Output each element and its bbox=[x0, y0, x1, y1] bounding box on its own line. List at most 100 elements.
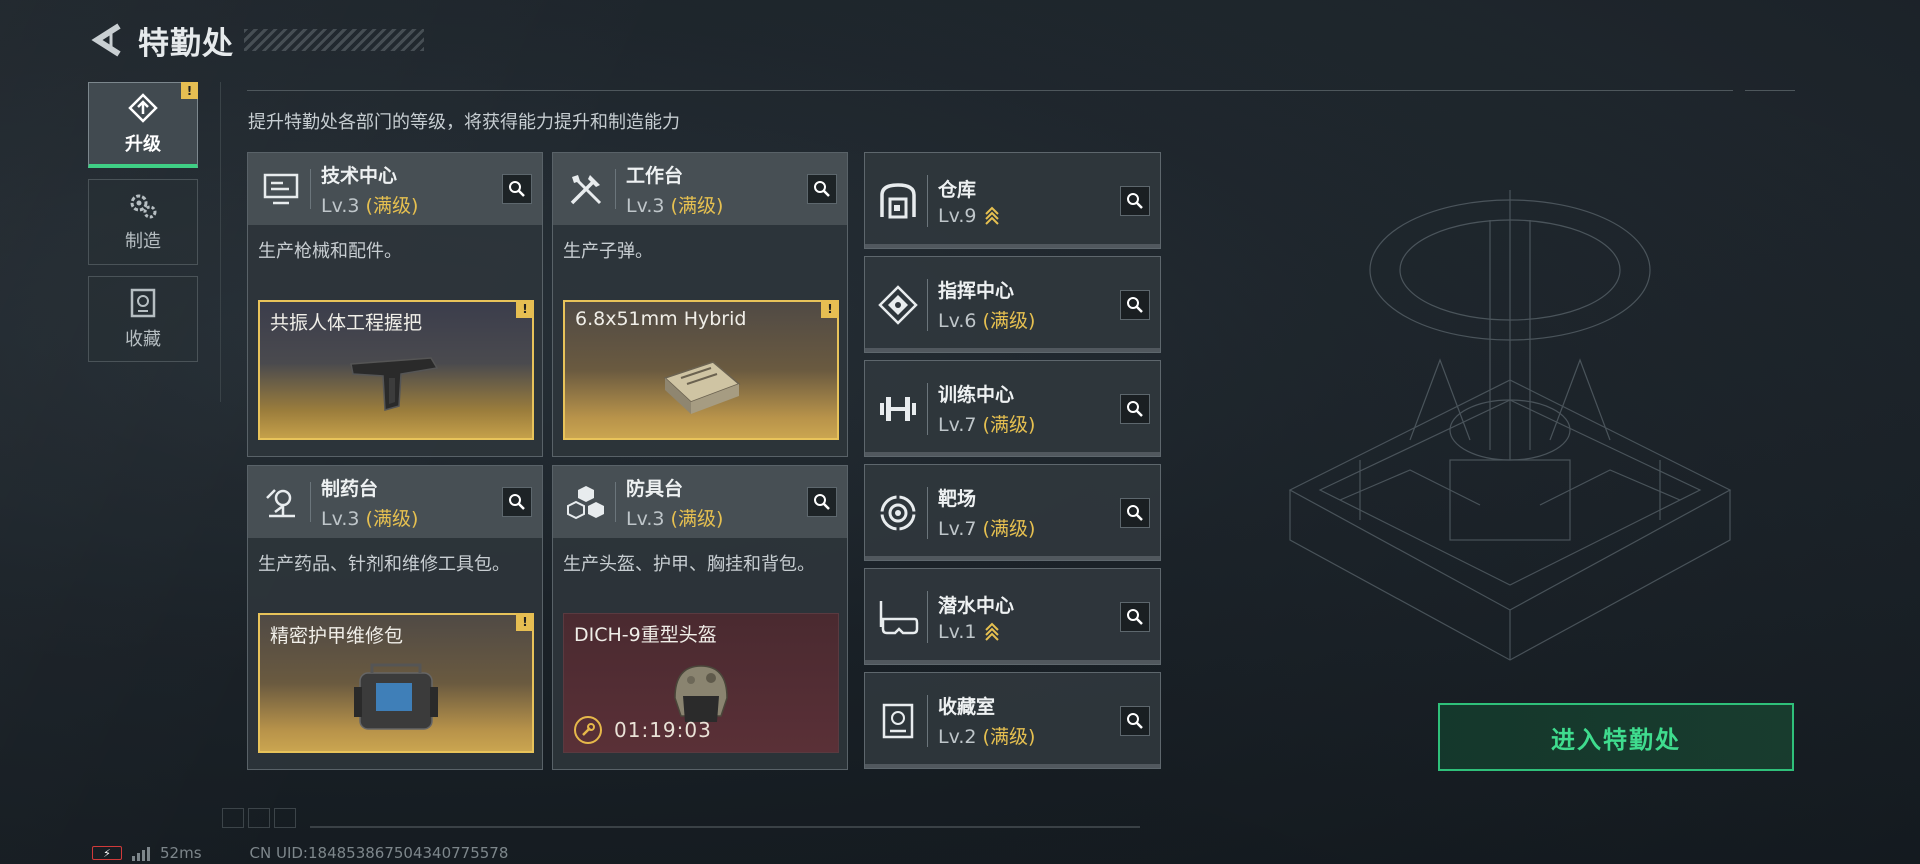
separator bbox=[927, 694, 928, 747]
search-icon bbox=[1127, 504, 1143, 521]
microscope-icon bbox=[258, 479, 304, 525]
divider bbox=[220, 82, 221, 402]
armor-cubes-icon bbox=[563, 479, 609, 525]
search-icon bbox=[1127, 192, 1143, 209]
enter-button-label: 进入特勤处 bbox=[1551, 725, 1681, 754]
inspect-button[interactable] bbox=[1120, 393, 1150, 424]
alert-badge: ! bbox=[181, 82, 198, 99]
inspect-button[interactable] bbox=[1120, 601, 1150, 632]
search-icon bbox=[1127, 712, 1143, 729]
separator bbox=[927, 278, 928, 331]
tools-icon bbox=[563, 166, 609, 212]
department-level: Lv.3 bbox=[321, 507, 360, 530]
search-icon bbox=[1127, 400, 1143, 417]
search-icon bbox=[1127, 296, 1143, 313]
inspect-button[interactable] bbox=[1120, 497, 1150, 528]
repair-kit-icon bbox=[354, 663, 438, 730]
wrench-icon bbox=[574, 716, 602, 744]
department-name: 防具台 bbox=[626, 477, 684, 500]
department-name: 技术中心 bbox=[321, 164, 398, 187]
inspect-button[interactable] bbox=[807, 174, 837, 204]
search-icon bbox=[814, 181, 830, 197]
nav-label: 升级 bbox=[125, 133, 161, 155]
base-schematic-illustration bbox=[1288, 190, 1732, 661]
separator bbox=[310, 482, 311, 522]
gears-icon bbox=[130, 194, 157, 219]
upgrade-available-icon bbox=[985, 206, 1000, 225]
nav-label: 制造 bbox=[125, 231, 161, 252]
separator bbox=[615, 482, 616, 522]
department-level: Lv.3 bbox=[626, 507, 665, 530]
max-level-tag: (满级) bbox=[982, 414, 1036, 436]
divider bbox=[247, 90, 1733, 91]
collection-icon bbox=[130, 288, 156, 318]
card-header: 制药台 Lv.3 (满级) bbox=[248, 466, 542, 538]
room-level: Lv.1 bbox=[938, 620, 977, 643]
uid-text: CN UID:184853867504340775578 bbox=[249, 844, 509, 862]
timer-text: 01:19:03 bbox=[614, 718, 712, 742]
search-icon bbox=[814, 494, 830, 510]
craft-slot[interactable]: 共振人体工程握把 ! bbox=[258, 300, 534, 440]
separator bbox=[927, 590, 928, 643]
upgrade-icon bbox=[128, 92, 158, 123]
goggles-icon bbox=[875, 594, 921, 640]
room-level: Lv.7 bbox=[938, 518, 977, 540]
card-header: 技术中心 Lv.3 (满级) bbox=[248, 153, 542, 225]
craft-item-name: DICH-9重型头盔 bbox=[574, 624, 717, 646]
room-command-center: 指挥中心 Lv.6 (满级) bbox=[864, 256, 1161, 353]
max-level-tag: (满级) bbox=[670, 194, 724, 217]
department-description: 生产枪械和配件。 bbox=[258, 241, 402, 262]
separator bbox=[927, 174, 928, 227]
inspect-button[interactable] bbox=[807, 487, 837, 517]
room-name: 潜水中心 bbox=[938, 594, 1015, 617]
craft-slot-in-progress[interactable]: DICH-9重型头盔 01:19:03 bbox=[563, 613, 839, 753]
department-card-pharmacy: 制药台 Lv.3 (满级) 生产药品、针剂和维修工具包。 精密护甲维修包 ! bbox=[247, 465, 543, 770]
dumbbell-icon bbox=[875, 386, 921, 432]
room-level: Lv.9 bbox=[938, 204, 977, 227]
command-icon bbox=[875, 282, 921, 328]
craft-item-name: 6.8x51mm Hybrid bbox=[575, 308, 747, 330]
decoration bbox=[222, 808, 296, 828]
department-name: 制药台 bbox=[321, 477, 379, 500]
ping-text: 52ms bbox=[160, 844, 202, 862]
tech-center-icon bbox=[258, 166, 304, 212]
card-header: 工作台 Lv.3 (满级) bbox=[553, 153, 847, 225]
room-name: 指挥中心 bbox=[938, 280, 1015, 302]
alert-badge: ! bbox=[516, 613, 534, 631]
max-level-tag: (满级) bbox=[365, 507, 419, 530]
department-level: Lv.3 bbox=[626, 194, 665, 217]
room-training-center: 训练中心 Lv.7 (满级) bbox=[864, 360, 1161, 457]
room-name: 靶场 bbox=[938, 488, 977, 510]
inspect-button[interactable] bbox=[1120, 185, 1150, 216]
nav-item-upgrade[interactable]: ! 升级 bbox=[88, 82, 198, 168]
grip-icon bbox=[350, 357, 439, 411]
nav-item-collection[interactable]: 收藏 bbox=[88, 276, 198, 362]
vault-icon bbox=[875, 698, 921, 744]
side-nav: ! 升级 制造 收藏 bbox=[88, 82, 200, 373]
room-warehouse: 仓库 Lv.9 bbox=[864, 152, 1161, 249]
title-decoration bbox=[244, 29, 424, 51]
craft-slot[interactable]: 6.8x51mm Hybrid ! bbox=[563, 300, 839, 440]
craft-slot[interactable]: 精密护甲维修包 ! bbox=[258, 613, 534, 753]
inspect-button[interactable] bbox=[502, 487, 532, 517]
nav-item-craft[interactable]: 制造 bbox=[88, 179, 198, 265]
page-subtitle: 提升特勤处各部门的等级，将获得能力提升和制造能力 bbox=[248, 112, 680, 133]
search-icon bbox=[509, 494, 525, 510]
inspect-button[interactable] bbox=[502, 174, 532, 204]
enter-special-ops-button[interactable]: 进入特勤处 bbox=[1438, 703, 1794, 771]
craft-timer: 01:19:03 bbox=[574, 716, 712, 744]
craft-item-name: 精密护甲维修包 bbox=[270, 625, 404, 647]
room-level: Lv.6 bbox=[938, 310, 977, 332]
separator bbox=[927, 486, 928, 539]
battery-icon: ⚡ bbox=[92, 846, 122, 860]
room-level: Lv.2 bbox=[938, 726, 977, 748]
inspect-button[interactable] bbox=[1120, 705, 1150, 736]
signal-icon bbox=[132, 845, 150, 861]
page-title: 特勤处 bbox=[138, 25, 234, 62]
max-level-tag: (满级) bbox=[982, 310, 1036, 332]
back-button[interactable] bbox=[90, 20, 124, 60]
nav-label: 收藏 bbox=[125, 329, 161, 350]
alert-badge: ! bbox=[821, 300, 839, 318]
department-description: 生产药品、针剂和维修工具包。 bbox=[258, 554, 510, 575]
inspect-button[interactable] bbox=[1120, 289, 1150, 320]
